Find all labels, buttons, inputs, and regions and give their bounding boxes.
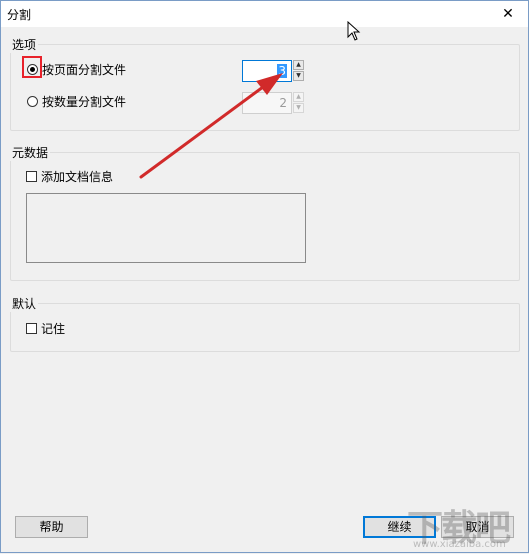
pages-per-file-input[interactable]: 3 [242,60,292,82]
doc-info-textarea[interactable] [26,193,306,263]
file-count-spin-buttons: ▲ ▼ [293,92,304,114]
defaults-group [10,303,520,352]
pages-per-file-spin-buttons: ▲ ▼ [293,60,304,82]
spin-down-icon[interactable]: ▼ [293,71,304,81]
split-by-count-option[interactable]: 按数量分割文件 [27,93,126,110]
mouse-cursor-icon [347,21,361,41]
remember-checkbox[interactable] [26,323,37,334]
remember-option[interactable]: 记住 [26,320,65,337]
file-count-input[interactable]: 2 [242,92,292,114]
dialog-title: 分割 [7,8,32,22]
annotation-highlight-box [22,56,42,78]
defaults-group-label: 默认 [10,295,39,312]
help-button[interactable]: 帮助 [15,516,88,538]
title-bar: 分割 ✕ [1,1,528,27]
split-dialog: 分割 ✕ 选项 按页面分割文件 3 ▲ ▼ 按数量分割文件 2 ▲ ▼ 元数据 … [0,0,529,553]
options-group [10,44,520,131]
watermark-sub-text: www.xiazaiba.com [413,539,506,550]
add-doc-info-option[interactable]: 添加文档信息 [26,168,113,185]
split-by-count-radio[interactable] [27,96,38,107]
spin-up-icon[interactable]: ▲ [293,92,304,102]
split-by-count-label: 按数量分割文件 [42,95,127,109]
file-count-stepper[interactable]: 2 ▲ ▼ [242,92,304,114]
pages-per-file-stepper[interactable]: 3 ▲ ▼ [242,60,304,82]
split-by-page-label: 按页面分割文件 [42,63,127,77]
add-doc-info-checkbox[interactable] [26,171,37,182]
watermark-logo: 下载吧 www.xiazaiba.com [401,499,529,554]
close-icon[interactable]: ✕ [498,4,518,24]
spin-up-icon[interactable]: ▲ [293,60,304,70]
options-group-label: 选项 [10,36,39,53]
add-doc-info-label: 添加文档信息 [41,170,114,184]
remember-label: 记住 [41,322,66,336]
metadata-group-label: 元数据 [10,144,51,161]
spin-down-icon[interactable]: ▼ [293,103,304,113]
